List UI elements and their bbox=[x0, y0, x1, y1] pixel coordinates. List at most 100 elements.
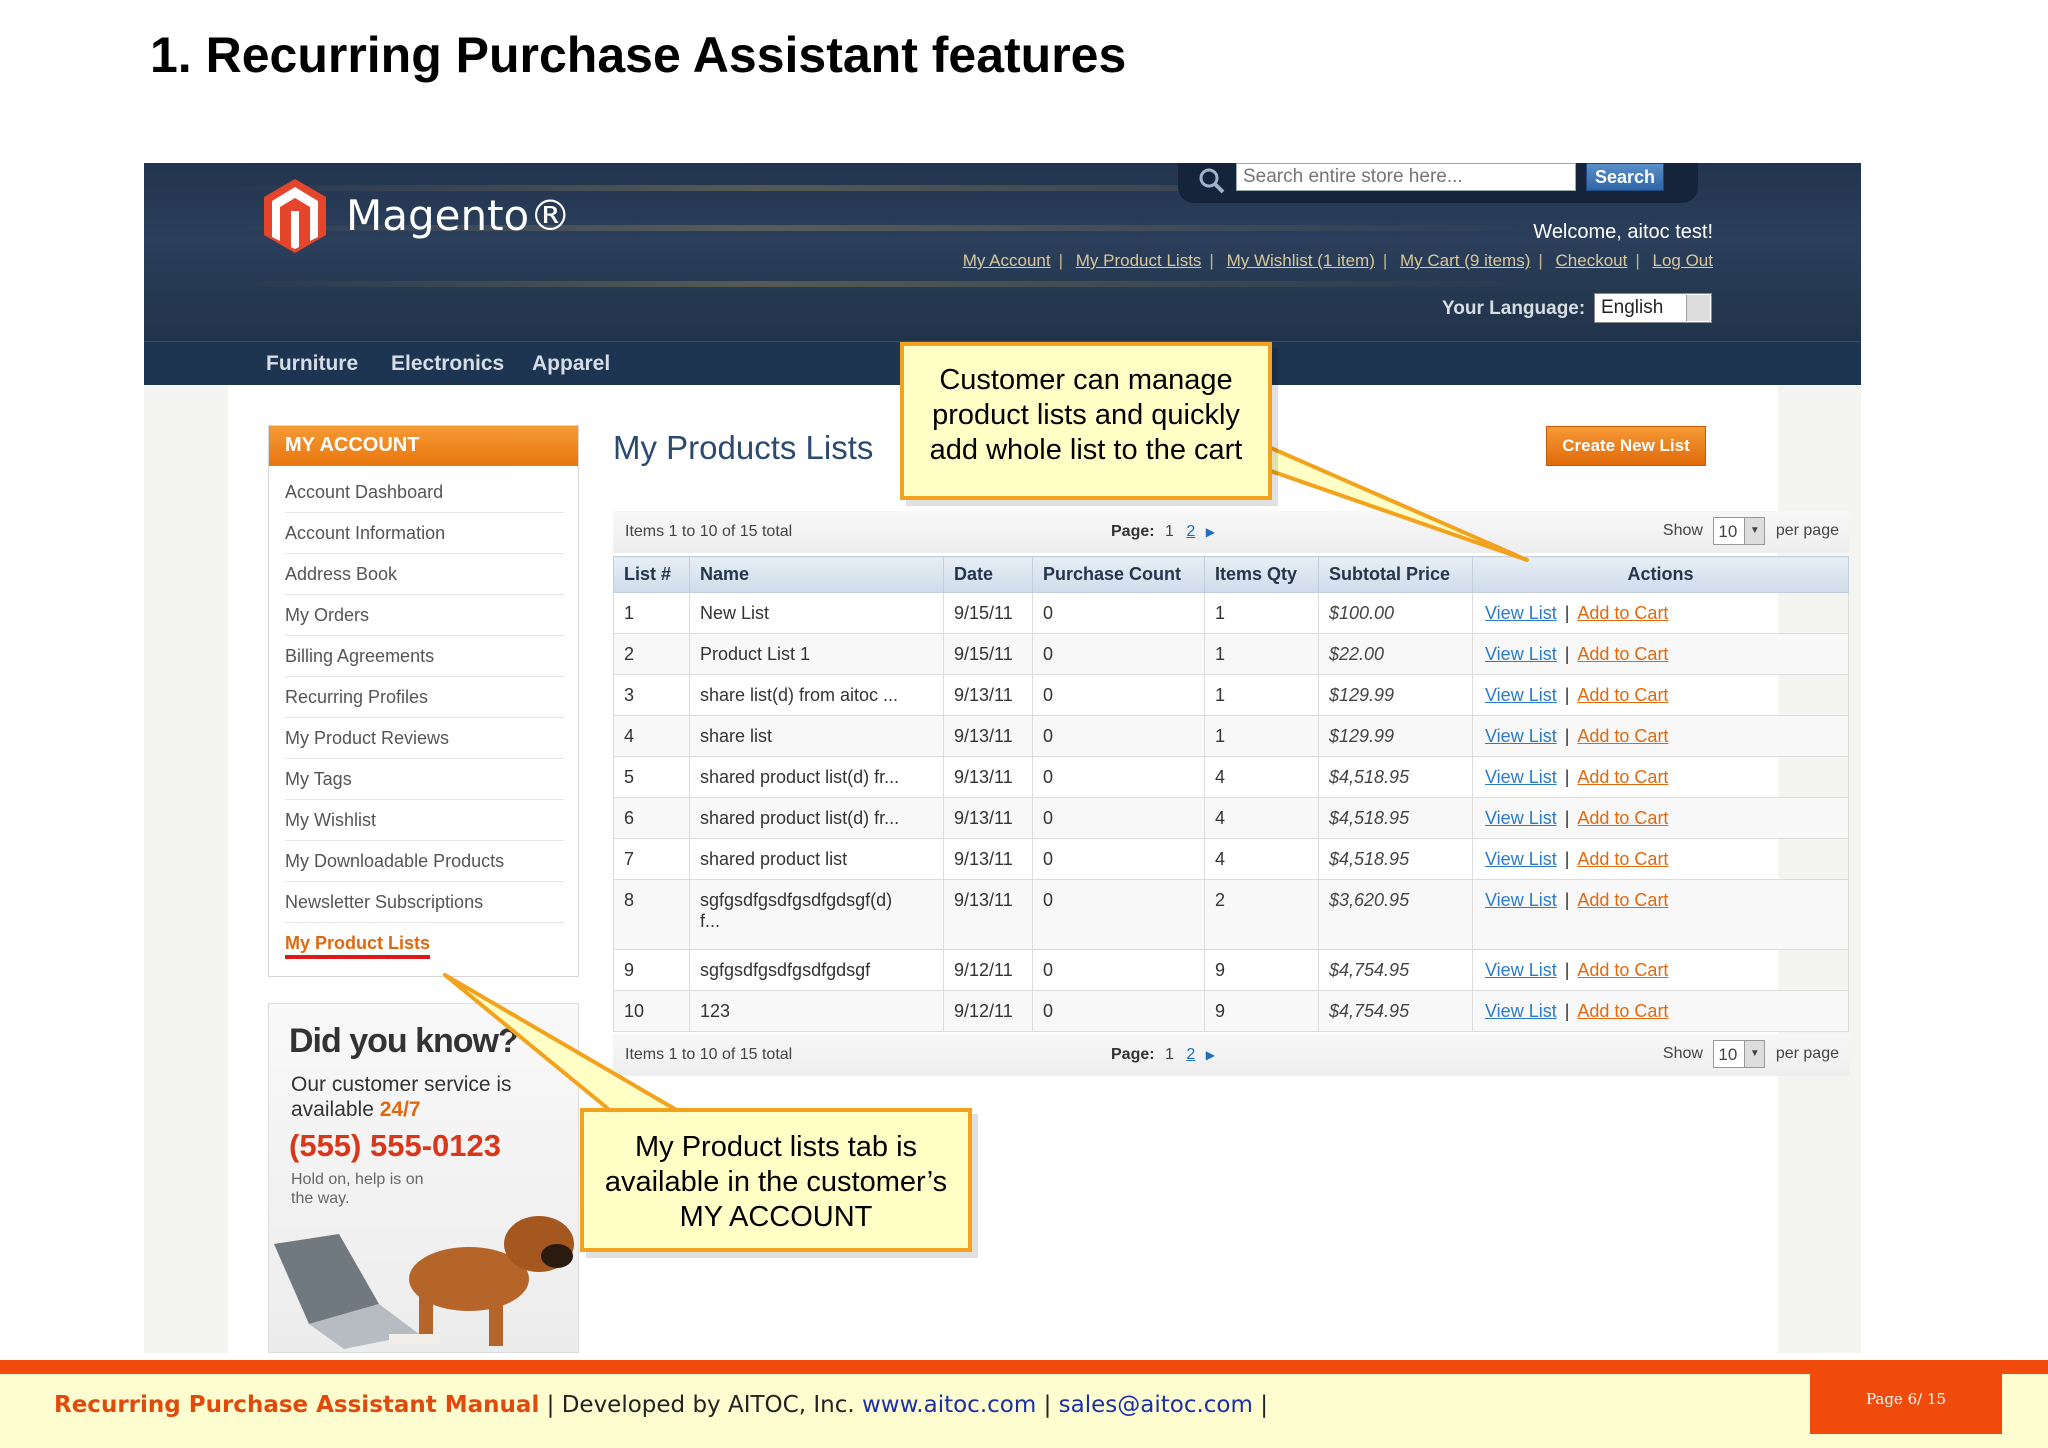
cell-name: shared product list bbox=[689, 838, 944, 880]
view-list-link[interactable]: View List bbox=[1485, 603, 1557, 623]
view-list-link[interactable]: View List bbox=[1485, 1001, 1557, 1021]
add-to-cart-link[interactable]: Add to Cart bbox=[1577, 890, 1668, 910]
cell-items-qty: 1 bbox=[1204, 715, 1319, 757]
footer-email-link[interactable]: sales@aitoc.com bbox=[1059, 1392, 1253, 1418]
cell-date: 9/12/11 bbox=[943, 949, 1033, 991]
cell-purchase-count: 0 bbox=[1032, 990, 1205, 1032]
add-to-cart-link[interactable]: Add to Cart bbox=[1577, 726, 1668, 746]
page-link-2[interactable]: 2 bbox=[1186, 523, 1195, 540]
cell-name: sgfgsdfgsdfgsdfgdsgf bbox=[689, 949, 944, 991]
cell-items-qty: 9 bbox=[1204, 990, 1319, 1032]
add-to-cart-link[interactable]: Add to Cart bbox=[1577, 644, 1668, 664]
link-my-product-lists[interactable]: My Product Lists bbox=[1076, 251, 1202, 270]
cell-items-qty: 4 bbox=[1204, 756, 1319, 798]
search-button[interactable]: Search bbox=[1586, 163, 1664, 191]
cell-list-number: 10 bbox=[613, 990, 690, 1032]
add-to-cart-link[interactable]: Add to Cart bbox=[1577, 767, 1668, 787]
top-links: My Account | My Product Lists | My Wishlis… bbox=[962, 251, 1714, 270]
account-menu-item[interactable]: Recurring Profiles bbox=[285, 677, 564, 718]
account-menu-item[interactable]: My Product Reviews bbox=[285, 718, 564, 759]
view-list-link[interactable]: View List bbox=[1485, 644, 1557, 664]
add-to-cart-link[interactable]: Add to Cart bbox=[1577, 1001, 1668, 1021]
add-to-cart-link[interactable]: Add to Cart bbox=[1577, 960, 1668, 980]
link-my-cart[interactable]: My Cart (9 items) bbox=[1400, 251, 1530, 270]
page-link-2[interactable]: 2 bbox=[1186, 1046, 1195, 1063]
link-log-out[interactable]: Log Out bbox=[1653, 251, 1714, 270]
per-page-value: 10 bbox=[1718, 1045, 1738, 1064]
cell-items-qty: 1 bbox=[1204, 633, 1319, 675]
account-menu-item[interactable]: Address Book bbox=[285, 554, 564, 595]
view-list-link[interactable]: View List bbox=[1485, 890, 1557, 910]
language-label: Your Language: bbox=[1442, 298, 1586, 319]
cell-list-number: 3 bbox=[613, 674, 690, 716]
per-page-select[interactable]: 10 ▼ bbox=[1713, 1040, 1766, 1068]
cell-list-number: 8 bbox=[613, 879, 690, 950]
store-logo-text[interactable]: Magento® bbox=[346, 191, 571, 240]
search-input[interactable] bbox=[1236, 163, 1576, 191]
view-list-link[interactable]: View List bbox=[1485, 808, 1557, 828]
column-header[interactable]: Purchase Count bbox=[1032, 556, 1205, 593]
view-list-link[interactable]: View List bbox=[1485, 849, 1557, 869]
view-list-link[interactable]: View List bbox=[1485, 726, 1557, 746]
footer-accent-bar bbox=[0, 1360, 2048, 1374]
cell-items-qty: 1 bbox=[1204, 674, 1319, 716]
create-new-list-button[interactable]: Create New List bbox=[1546, 426, 1706, 466]
cell-items-qty: 4 bbox=[1204, 838, 1319, 880]
column-header[interactable]: List # bbox=[613, 556, 690, 593]
product-lists-table: List # Name Date Purchase Count Items Qt… bbox=[613, 556, 1849, 1032]
magento-logo-icon[interactable] bbox=[262, 177, 328, 253]
cell-items-qty: 9 bbox=[1204, 949, 1319, 991]
cell-name: shared product list(d) fr... bbox=[689, 797, 944, 839]
nav-item-apparel[interactable]: Apparel bbox=[532, 352, 610, 376]
column-header[interactable]: Subtotal Price bbox=[1318, 556, 1473, 593]
column-header[interactable]: Date bbox=[943, 556, 1033, 593]
account-menu-item[interactable]: My Tags bbox=[285, 759, 564, 800]
link-my-account[interactable]: My Account bbox=[963, 251, 1051, 270]
table-row: 3 share list(d) from aitoc ... 9/13/11 0… bbox=[613, 674, 1849, 716]
account-menu-item[interactable]: Account Information bbox=[285, 513, 564, 554]
column-header[interactable]: Name bbox=[689, 556, 944, 593]
table-row: 8 sgfgsdfgsdfgsdfgdsgf(d) f... 9/13/11 0 … bbox=[613, 879, 1849, 950]
cell-actions: View List | Add to Cart bbox=[1472, 715, 1849, 757]
account-menu-item-my-product-lists[interactable]: My Product Lists bbox=[285, 923, 564, 964]
account-menu-item[interactable]: My Orders bbox=[285, 595, 564, 636]
account-menu-item[interactable]: My Downloadable Products bbox=[285, 841, 564, 882]
account-menu-item[interactable]: Account Dashboard bbox=[285, 472, 564, 513]
cell-subtotal: $129.99 bbox=[1318, 715, 1473, 757]
callout-line: MY ACCOUNT bbox=[679, 1201, 873, 1233]
next-arrow-icon[interactable]: ▶ bbox=[1206, 525, 1215, 539]
search-icon bbox=[1199, 168, 1225, 194]
column-header[interactable]: Items Qty bbox=[1204, 556, 1319, 593]
account-menu-item[interactable]: Newsletter Subscriptions bbox=[285, 882, 564, 923]
cell-actions: View List | Add to Cart bbox=[1472, 990, 1849, 1032]
promo-line1: Our customer service is bbox=[291, 1073, 512, 1096]
view-list-link[interactable]: View List bbox=[1485, 960, 1557, 980]
add-to-cart-link[interactable]: Add to Cart bbox=[1577, 685, 1668, 705]
add-to-cart-link[interactable]: Add to Cart bbox=[1577, 603, 1668, 623]
cell-date: 9/15/11 bbox=[943, 592, 1033, 634]
view-list-link[interactable]: View List bbox=[1485, 685, 1557, 705]
per-page-control: Show 10 ▼ per page bbox=[1663, 1040, 1839, 1068]
per-page-label: per page bbox=[1775, 1045, 1839, 1063]
cell-actions: View List | Add to Cart bbox=[1472, 633, 1849, 675]
cell-purchase-count: 0 bbox=[1032, 838, 1205, 880]
footer-sep: | bbox=[1036, 1392, 1059, 1418]
link-my-wishlist[interactable]: My Wishlist (1 item) bbox=[1227, 251, 1375, 270]
promo-banner: Did you know? Our customer service is av… bbox=[268, 1003, 579, 1353]
cell-name: sgfgsdfgsdfgsdfgdsgf(d) f... bbox=[689, 879, 944, 950]
nav-item-furniture[interactable]: Furniture bbox=[266, 352, 358, 376]
view-list-link[interactable]: View List bbox=[1485, 767, 1557, 787]
language-select[interactable]: English bbox=[1594, 293, 1712, 323]
per-page-select[interactable]: 10 ▼ bbox=[1713, 517, 1766, 545]
add-to-cart-link[interactable]: Add to Cart bbox=[1577, 849, 1668, 869]
callout-line: Customer can manage bbox=[939, 364, 1233, 396]
footer-brand: Recurring Purchase Assistant Manual bbox=[54, 1392, 540, 1418]
account-menu-item[interactable]: My Wishlist bbox=[285, 800, 564, 841]
account-menu-item[interactable]: Billing Agreements bbox=[285, 636, 564, 677]
nav-item-electronics[interactable]: Electronics bbox=[391, 352, 504, 376]
next-arrow-icon[interactable]: ▶ bbox=[1206, 1048, 1215, 1062]
footer-site-link[interactable]: www.aitoc.com bbox=[862, 1392, 1036, 1418]
add-to-cart-link[interactable]: Add to Cart bbox=[1577, 808, 1668, 828]
link-checkout[interactable]: Checkout bbox=[1556, 251, 1628, 270]
cell-list-number: 5 bbox=[613, 756, 690, 798]
